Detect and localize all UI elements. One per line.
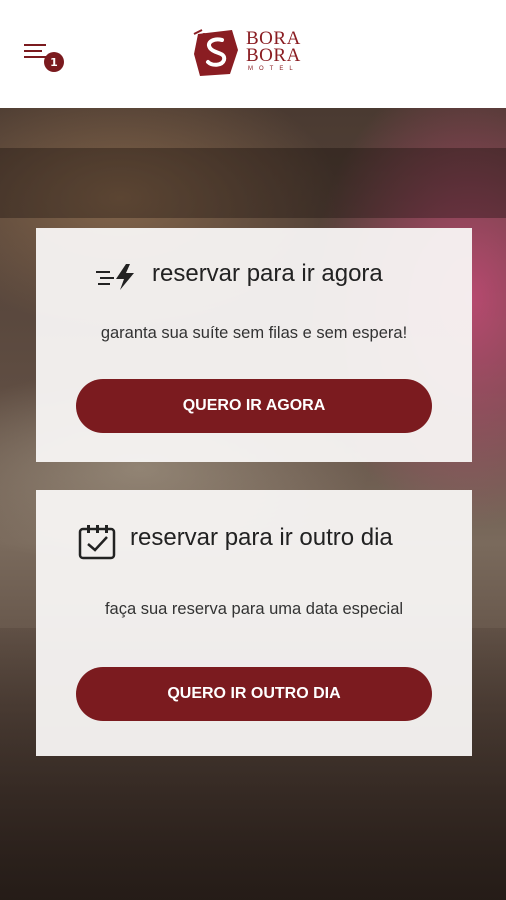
menu-button[interactable]: 1 bbox=[24, 42, 70, 74]
card-subtitle: faça sua reserva para uma data especial bbox=[104, 600, 404, 618]
bora-bora-logo: BORA BORA MOTEL bbox=[192, 28, 318, 80]
app-header: 1 BORA BORA MOTEL bbox=[0, 0, 506, 108]
card-title: reservar para ir agora bbox=[152, 260, 383, 287]
card-title: reservar para ir outro dia bbox=[130, 524, 393, 551]
go-now-button[interactable]: QUERO IR AGORA bbox=[76, 379, 432, 433]
logo-emblem-icon bbox=[193, 29, 238, 76]
logo-subtitle: MOTEL bbox=[248, 66, 299, 72]
reserve-now-card: reservar para ir agora garanta sua suíte… bbox=[36, 228, 472, 462]
go-other-day-button[interactable]: QUERO IR OUTRO DIA bbox=[76, 667, 432, 721]
logo-wordmark: BORA BORA bbox=[246, 28, 301, 66]
calendar-check-icon bbox=[78, 525, 116, 560]
fast-lightning-icon bbox=[96, 264, 134, 290]
cart-count-badge: 1 bbox=[44, 52, 64, 72]
card-subtitle: garanta sua suíte sem filas e sem espera… bbox=[100, 324, 408, 342]
reserve-other-day-card: reservar para ir outro dia faça sua rese… bbox=[36, 490, 472, 756]
